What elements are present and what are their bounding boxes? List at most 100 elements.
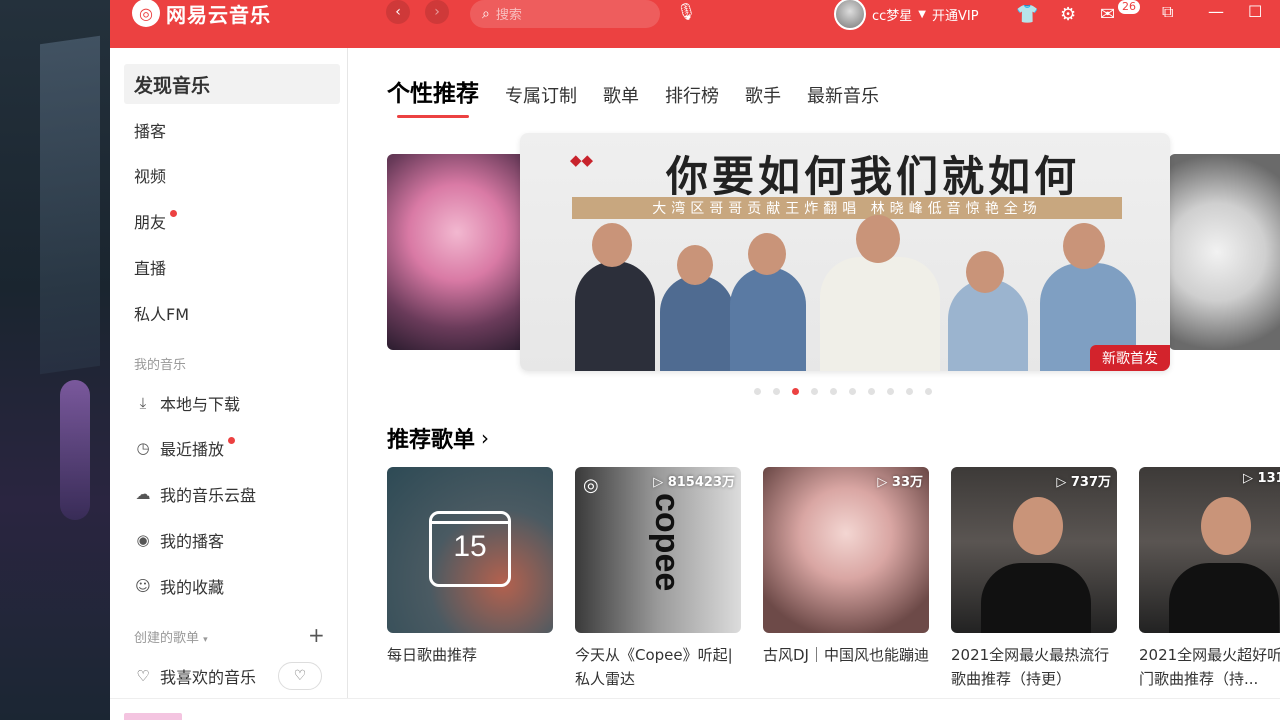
gear-icon[interactable]: ⚙: [1060, 4, 1076, 25]
banner-carousel[interactable]: ◆◆ 你要如何我们就如何 大湾区哥哥贡献王炸翻唱 林晓峰低音惊艳全场 新歌首发: [520, 133, 1170, 371]
skin-icon[interactable]: 👕: [1016, 4, 1038, 25]
calendar-icon: 15: [429, 511, 511, 587]
banner-prev-slide[interactable]: [387, 154, 527, 350]
carousel-dot[interactable]: [849, 388, 856, 395]
tab-exclusive[interactable]: 专属订制: [505, 82, 577, 108]
notification-dot: [170, 209, 178, 217]
tab-new-music[interactable]: 最新音乐: [807, 82, 879, 108]
banner-person-head: [856, 215, 900, 263]
calendar-date: 15: [453, 530, 487, 563]
sidebar-item-live[interactable]: 直播: [124, 247, 340, 287]
carousel-dot[interactable]: [906, 388, 913, 395]
banner-next-slide[interactable]: [1169, 154, 1280, 350]
heart-mode-button[interactable]: ♡: [278, 662, 323, 690]
banner-title: 你要如何我们就如何: [666, 152, 1081, 201]
search-input[interactable]: [495, 6, 636, 22]
tab-personal-recommend[interactable]: 个性推荐: [387, 74, 479, 118]
recommend-playlists-heading[interactable]: 推荐歌单 ›: [387, 422, 489, 454]
back-button[interactable]: ‹: [386, 0, 410, 24]
carousel-dot[interactable]: [830, 388, 837, 395]
caret-down-icon: ▾: [203, 635, 208, 645]
carousel-dot[interactable]: [868, 388, 875, 395]
playlist-card[interactable]: 15 每日歌曲推荐: [387, 467, 553, 691]
clock-icon: ◷: [136, 439, 150, 457]
carousel-dot[interactable]: [887, 388, 894, 395]
carousel-dot[interactable]: [925, 388, 932, 395]
tab-charts[interactable]: 排行榜: [665, 82, 719, 108]
user-menu[interactable]: cc梦星 ▼ 开通VIP: [834, 0, 979, 30]
sidebar-item-my-podcast[interactable]: ◉ 我的播客: [124, 520, 340, 560]
chevron-down-icon[interactable]: ▼: [918, 9, 926, 20]
background-art: [40, 35, 100, 375]
username[interactable]: cc梦星: [872, 5, 912, 24]
now-playing-cover[interactable]: [124, 713, 182, 720]
chevron-right-icon: ›: [481, 426, 490, 450]
add-playlist-button[interactable]: +: [308, 623, 325, 647]
minimize-icon[interactable]: —: [1208, 2, 1224, 21]
created-playlists-heading[interactable]: 创建的歌单 ▾: [134, 627, 208, 646]
playlist-card[interactable]: ▷ 737万 2021全网最火最热流行歌曲推荐（持更）: [951, 467, 1117, 691]
main-content: 个性推荐 专属订制 歌单 排行榜 歌手 最新音乐 ◆◆ 你要如何我们就如何 大湾…: [349, 48, 1280, 698]
playlist-card[interactable]: ▷ 131 2021全网最火超好听热门歌曲推荐（持...: [1139, 467, 1280, 691]
microphone-icon[interactable]: 🎙: [676, 2, 696, 21]
banner-tag: 新歌首发: [1090, 345, 1170, 371]
sidebar-item-cloud[interactable]: ☁ 我的音乐云盘: [124, 474, 340, 514]
playlist-title[interactable]: 2021全网最火最热流行歌曲推荐（持更）: [951, 643, 1117, 691]
playlist-title[interactable]: 2021全网最火超好听热门歌曲推荐（持...: [1139, 643, 1280, 691]
sidebar-item-label: 视频: [134, 167, 167, 186]
download-icon: ⤓: [139, 394, 147, 412]
tab-playlists[interactable]: 歌单: [603, 82, 639, 108]
tab-artists[interactable]: 歌手: [745, 82, 781, 108]
playlist-card[interactable]: ◎ ▷ 815423万 copee 今天从《Copee》听起|私人雷达: [575, 467, 741, 691]
banner-person-head: [677, 245, 713, 285]
banner-person-head: [1063, 223, 1105, 269]
vip-link[interactable]: 开通VIP: [932, 5, 979, 24]
maximize-icon[interactable]: ☐: [1248, 2, 1262, 21]
sidebar-item-label: 朋友: [134, 213, 167, 232]
playlist-card[interactable]: ▷ 33万 古风DJ｜中国风也能蹦迪: [763, 467, 929, 691]
playlist-cover[interactable]: ▷ 33万: [763, 467, 929, 633]
sidebar-item-discover[interactable]: 发现音乐: [124, 64, 340, 104]
sidebar-item-local-download[interactable]: ⤓ 本地与下载: [124, 383, 340, 423]
section-title-label: 推荐歌单: [387, 428, 476, 453]
sidebar-item-video[interactable]: 视频: [124, 155, 340, 195]
notification-dot: [228, 436, 236, 444]
my-music-heading: 我的音乐: [134, 358, 187, 373]
app-logo[interactable]: ◎ 网易云音乐: [132, 0, 271, 27]
playlist-cover[interactable]: ◎ ▷ 815423万 copee: [575, 467, 741, 633]
playlist-title[interactable]: 每日歌曲推荐: [387, 643, 553, 691]
sidebar-item-collection[interactable]: ☺ 我的收藏: [124, 566, 340, 606]
carousel-dot-active[interactable]: [792, 388, 799, 395]
sidebar-item-podcast[interactable]: 播客: [124, 110, 340, 150]
banner-person: [660, 275, 734, 371]
search-bar[interactable]: ⌕: [470, 0, 660, 28]
avatar[interactable]: [834, 0, 866, 30]
sidebar-item-liked-music[interactable]: ♡ 我喜欢的音乐 ♡: [124, 656, 340, 696]
carousel-dot[interactable]: [754, 388, 761, 395]
mail-icon[interactable]: ✉: [1100, 4, 1115, 25]
playlist-cover[interactable]: 15: [387, 467, 553, 633]
playlist-cover[interactable]: ▷ 737万: [951, 467, 1117, 633]
cover-person-body: [981, 563, 1091, 633]
playlist-title[interactable]: 古风DJ｜中国风也能蹦迪: [763, 643, 929, 691]
carousel-dot[interactable]: [811, 388, 818, 395]
playlist-cover[interactable]: ▷ 131: [1139, 467, 1280, 633]
sidebar-item-label: 私人FM: [134, 305, 190, 324]
sidebar-item-friends[interactable]: 朋友: [124, 201, 340, 241]
carousel-dot[interactable]: [773, 388, 780, 395]
sidebar: 发现音乐 播客 视频 朋友 直播 私人FM 我的音乐 ⤓ 本地与下载 ◷ 最近播…: [110, 48, 348, 698]
mini-mode-icon[interactable]: ⧉: [1162, 2, 1173, 22]
sidebar-item-recent[interactable]: ◷ 最近播放: [124, 428, 340, 468]
banner-show-logo: ◆◆: [570, 151, 594, 169]
desktop-background: [0, 0, 110, 720]
netease-logo-icon: ◎: [583, 475, 599, 496]
created-playlists-label: 创建的歌单: [134, 631, 200, 646]
sidebar-item-label: 最近播放: [160, 440, 225, 459]
playlist-title[interactable]: 今天从《Copee》听起|私人雷达: [575, 643, 741, 691]
forward-button[interactable]: ›: [425, 0, 449, 24]
background-art-vine: [60, 380, 90, 520]
banner-person: [730, 267, 806, 371]
podcast-icon: ◉: [136, 531, 150, 549]
search-icon: ⌕: [482, 6, 490, 22]
sidebar-item-fm[interactable]: 私人FM: [124, 293, 340, 333]
